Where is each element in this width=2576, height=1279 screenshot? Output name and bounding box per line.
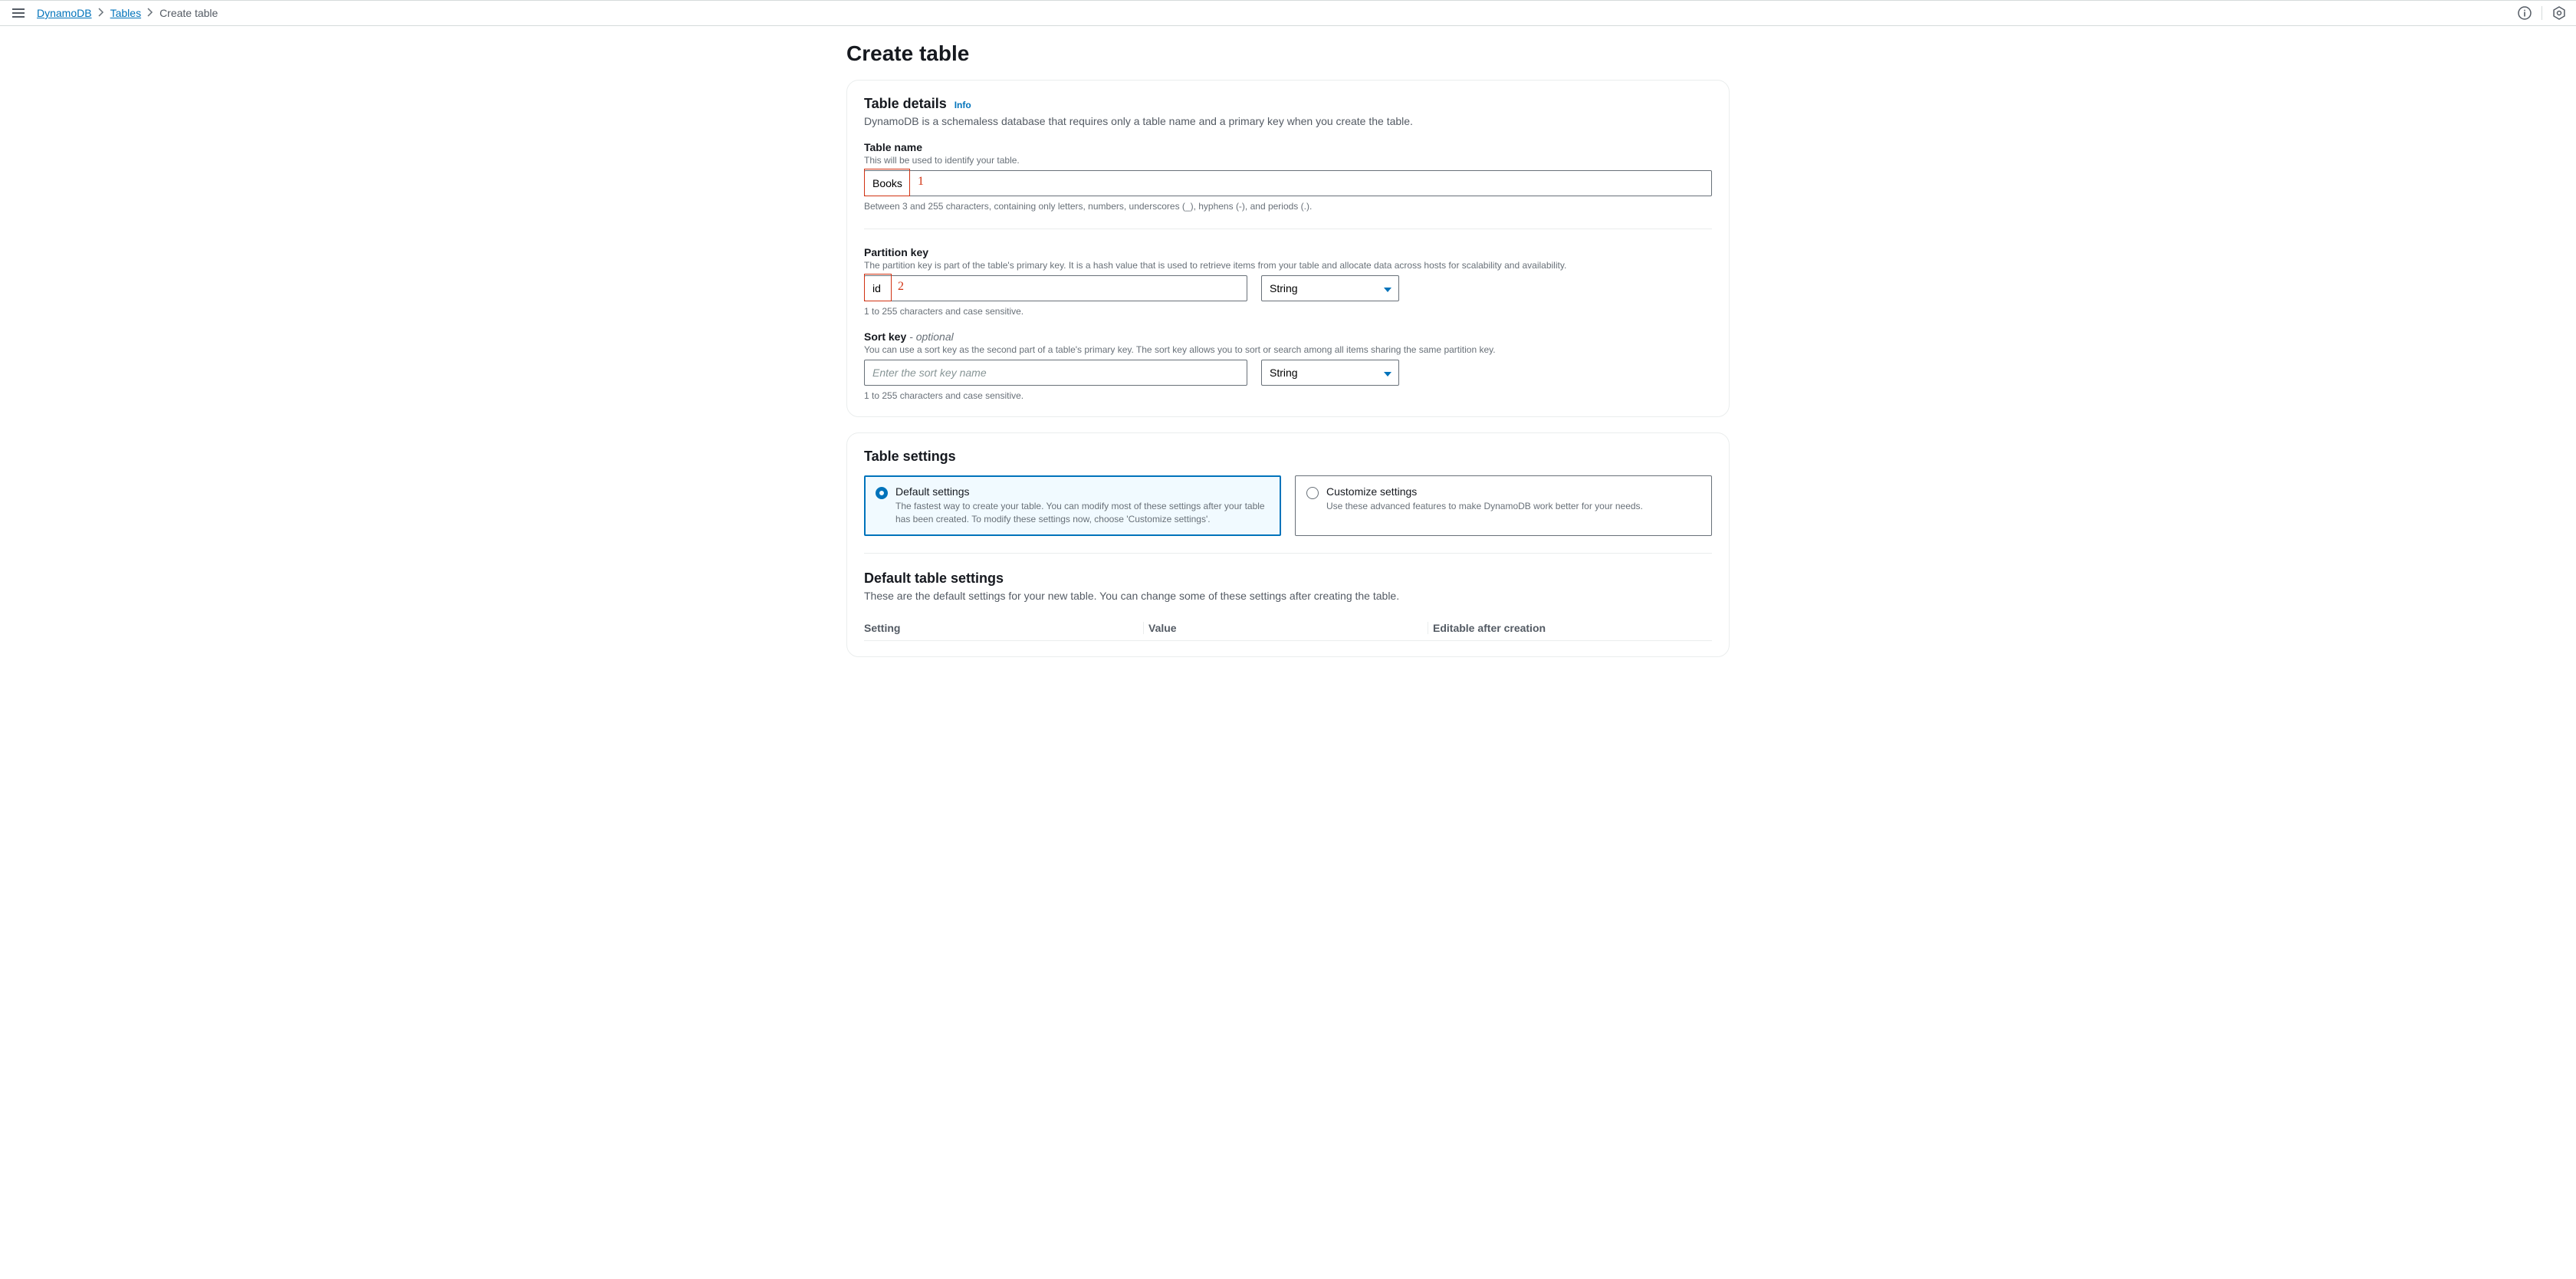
partition-key-input[interactable] xyxy=(864,275,1247,301)
breadcrumb: DynamoDB Tables Create table xyxy=(37,7,218,19)
sort-key-hint: You can use a sort key as the second par… xyxy=(864,344,1712,355)
default-settings-desc: The fastest way to create your table. Yo… xyxy=(895,500,1270,526)
table-settings-heading: Table settings xyxy=(864,449,1712,465)
partition-key-label: Partition key xyxy=(864,246,1712,258)
table-name-label: Table name xyxy=(864,141,1712,153)
table-settings-panel: Table settings Default settings The fast… xyxy=(846,432,1730,657)
default-settings-title: Default settings xyxy=(895,485,1270,498)
table-name-input[interactable] xyxy=(864,170,1712,196)
table-details-heading: Table details xyxy=(864,96,947,112)
sort-key-label: Sort key - optional xyxy=(864,330,1712,343)
breadcrumb-dynamodb[interactable]: DynamoDB xyxy=(37,7,92,19)
info-icon[interactable] xyxy=(2517,5,2532,21)
table-name-hint: This will be used to identify your table… xyxy=(864,155,1712,166)
default-table-settings-heading: Default table settings xyxy=(864,570,1712,587)
sort-key-input[interactable] xyxy=(864,360,1247,386)
customize-settings-desc: Use these advanced features to make Dyna… xyxy=(1326,500,1643,513)
chevron-right-icon xyxy=(147,7,153,19)
partition-key-hint: The partition key is part of the table's… xyxy=(864,260,1712,271)
col-setting: Setting xyxy=(864,622,1143,634)
table-name-constraint: Between 3 and 255 characters, containing… xyxy=(864,201,1712,212)
customize-settings-title: Customize settings xyxy=(1326,485,1643,498)
info-link[interactable]: Info xyxy=(955,100,971,110)
page-title: Create table xyxy=(846,41,1730,66)
col-editable: Editable after creation xyxy=(1428,622,1712,634)
sort-key-type-select[interactable]: String xyxy=(1261,360,1399,386)
table-details-panel: Table details Info DynamoDB is a schemal… xyxy=(846,80,1730,417)
chevron-right-icon xyxy=(98,7,104,19)
default-table-settings-desc: These are the default settings for your … xyxy=(864,590,1712,602)
radio-icon xyxy=(876,487,888,499)
preferences-icon[interactable] xyxy=(2551,5,2567,21)
default-settings-radio[interactable]: Default settings The fastest way to crea… xyxy=(864,475,1281,536)
col-value: Value xyxy=(1143,622,1428,634)
customize-settings-radio[interactable]: Customize settings Use these advanced fe… xyxy=(1295,475,1712,536)
partition-key-type-select[interactable]: String xyxy=(1261,275,1399,301)
sort-key-constraint: 1 to 255 characters and case sensitive. xyxy=(864,390,1247,401)
breadcrumb-tables[interactable]: Tables xyxy=(110,7,141,19)
table-details-desc: DynamoDB is a schemaless database that r… xyxy=(864,115,1712,127)
menu-toggle-icon[interactable] xyxy=(9,5,28,21)
partition-key-constraint: 1 to 255 characters and case sensitive. xyxy=(864,306,1247,317)
radio-icon xyxy=(1306,487,1319,499)
settings-table-header: Setting Value Editable after creation xyxy=(864,616,1712,641)
breadcrumb-current: Create table xyxy=(159,7,218,19)
divider xyxy=(864,553,1712,554)
top-bar: DynamoDB Tables Create table xyxy=(0,0,2576,26)
